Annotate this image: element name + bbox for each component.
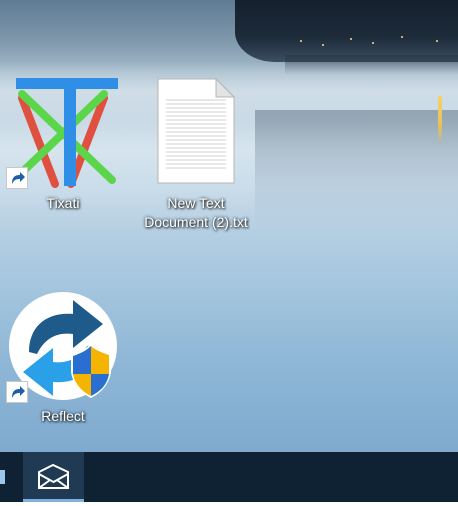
desktop-wallpaper: Tixati New Text Document (2).txt Reflect — [0, 0, 458, 452]
desktop-icon-label: Reflect — [41, 408, 85, 424]
mail-icon — [38, 463, 69, 489]
taskbar-item-mail[interactable] — [23, 452, 84, 502]
taskbar-item-partial[interactable] — [0, 452, 14, 502]
desktop-icon-label: Tixati — [46, 195, 80, 211]
desktop-icon-label: New Text Document (2).txt — [144, 195, 248, 230]
text-document-icon — [156, 77, 236, 184]
desktop-icon-reflect[interactable]: Reflect — [3, 290, 123, 426]
partial-taskbar-icon — [0, 470, 5, 484]
shortcut-arrow-icon — [6, 167, 28, 189]
desktop-icon-tixati[interactable]: Tixati — [3, 76, 123, 213]
wallpaper-treeline — [235, 0, 458, 62]
desktop-icon-text-document[interactable]: New Text Document (2).txt — [136, 77, 256, 232]
taskbar — [0, 452, 458, 502]
shortcut-arrow-icon — [6, 381, 28, 403]
